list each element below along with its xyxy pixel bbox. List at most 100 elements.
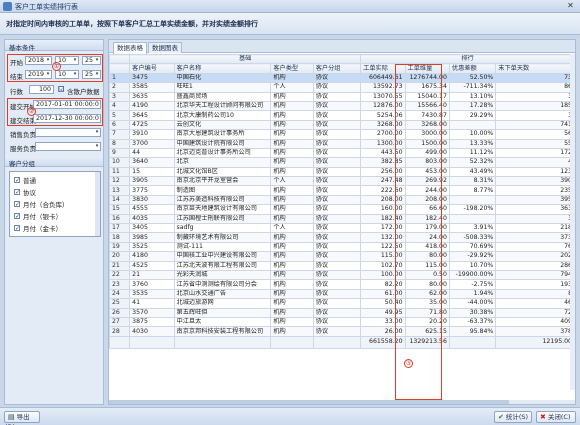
service-label: 服务负责 [10,145,36,153]
group-checkbox[interactable]: ✓ [14,225,20,232]
chevron-up-icon[interactable]: ︽ [9,157,99,167]
table-row[interactable]: 18 3985 制藏环境艺术有限公司 机构 协议 132.00 24.00 -508.33% 3… [108,232,575,243]
table-cell: 409 [495,316,575,328]
table-cell: 机构 [270,166,314,178]
table-cell: -508.33% [448,232,497,243]
close-button[interactable]: ✖ 关闭(C) [536,411,576,423]
table-row[interactable]: 9 44 北京迈克普设计事务所公司 机构 协议 443.50 499.00 11.12% 172 [108,147,575,159]
tab-data-chart[interactable]: 数据图表 [148,42,182,53]
group-item[interactable]: ✓ 协议 [14,187,36,197]
table-cell: 协议 [312,326,362,337]
section-basic-conditions[interactable]: 基本条件 ︽ [5,40,103,52]
table-row[interactable]: 164035江苏国橙士刑联有限公司机构协议182.40182.403 [108,213,575,225]
table-cell: 11.12% [448,147,497,159]
table-cell: 3475 [129,72,175,84]
export-button[interactable]: ▤导出(D) [4,411,40,425]
table-cell: 46 [495,298,575,309]
table-row[interactable]: 13 3775 制造图 机构 协议 222.60 244.00 8.77% 235 [108,185,575,196]
column-header[interactable]: 客户名称 [173,63,272,74]
table-cell: 378 [495,326,575,337]
table-row[interactable]: 27 3875 中江旦太 机构 协议 33.00 20.20 -63.37% 409 [108,316,575,328]
column-header[interactable]: 优惠差额 [448,63,497,74]
service-select[interactable]: ▾ [35,142,101,151]
group-checkbox[interactable]: ✓ [14,201,20,208]
column-header-row: 客户编号 客户名称 客户类型 客户分组 工单实际 工单维量 优惠差额 末下单天数 [108,63,575,74]
table-cell: 机构 [270,260,314,272]
table-row[interactable]: 103640北京机构协议382.85803.0052.32%4 [108,157,575,168]
rows-input[interactable]: 100 [29,85,54,94]
table-cell: 协议 [312,288,362,300]
chevron-up-icon[interactable]: ︽ [9,41,99,51]
table-row[interactable]: 15 4555 南京苗天地建筑设计有限公司 机构 协议 160.00 66.60 -198.2… [108,204,575,215]
table-cell: 制造图 [173,185,272,196]
table-row[interactable]: 25 41 北城迈旅游网 机构 协议 50.40 35.00 -44.00% 46 [108,298,575,309]
table-row[interactable]: 33635盛鑫商贸场机构协议13070.5515040.1713.10%3 [108,91,575,102]
group-item[interactable]: ✓ 月付（合负库） [14,199,69,209]
include-all-checkbox[interactable]: ☑ [58,86,64,93]
table-cell: 机构 [270,138,314,149]
row-number-cell: 10 [108,157,131,168]
table-row[interactable]: 17 3405 sadfg 个人 协议 172.00 179.00 3.91% 218 [108,223,575,234]
table-cell: 185 [495,100,575,112]
table-row[interactable]: 26 3570 第五辉旺但 机构 协议 49.95 71.80 30.38% 72 [108,307,575,318]
table-row[interactable]: 7 3910 南京大恩建筑设计事务所 机构 协议 2700.00 3000.00 10.00%… [108,129,575,140]
group-checkbox[interactable]: ✓ [14,213,20,220]
group-item[interactable]: ✓ 普通 [14,175,36,185]
table-row[interactable]: 8 3700 中国建筑设计院有限公司 机构 协议 1300.00 1500.00 13.33%… [108,138,575,149]
table-row[interactable]: 12 3905 南京北京平开龙室营会 个人 协议 247.48 269.92 8.31% 390 [108,176,575,187]
group-checkbox[interactable]: ✓ [14,189,20,196]
table-cell: 8.31% [448,176,497,187]
section-customer-group[interactable]: 客户分组 ︽ [5,156,103,168]
table-cell: 机构 [270,241,314,253]
table-row[interactable]: 14 3830 江苏苏美造科技有限公司 机构 协议 208.00 208.00 395 [108,194,575,206]
table-cell: 制藏环境艺术有限公司 [173,232,272,243]
group-item[interactable]: ✓ 月付（银卡） [14,211,62,221]
row-number-cell: 8 [108,138,131,149]
table-vertical-scrollbar[interactable] [570,54,575,390]
column-header[interactable]: 客户类型 [270,63,314,74]
table-row[interactable]: 4 4190 北京华天工程设计顾问有限公司 机构 协议 12876.00 15566.40 1… [108,100,575,112]
table-cell: 机构 [270,316,314,328]
table-cell: 10.00% [448,129,497,140]
table-row[interactable]: 243535北京山水交通广告机构协议61.0062.001.94%8 [108,288,575,300]
table-row[interactable]: 1 3475 中国石化 机构 协议 606449.61 1276744.00 52.50% 73 [108,72,575,84]
table-cell: 机构 [270,213,314,225]
scrollbar-thumb[interactable] [109,400,509,404]
column-header[interactable]: 客户编号 [129,63,175,74]
table-cell: 3910 [129,129,175,140]
table-row[interactable]: 28 4030 南京京邦科技安装工程有限公司 机构 协议 26.00 625.15 95.84… [108,326,575,337]
table-row[interactable]: 11 15 北城文化馆B区 机构 协议 256.00 453.00 43.49% 123 [108,166,575,178]
table-cell: 机构 [270,251,314,262]
table-cell: 南京苗天地建筑设计有限公司 [173,204,272,215]
column-header[interactable]: 末下单天数 [495,63,575,74]
table-row[interactable]: 22 21 光彩天润城 机构 协议 100.00 0.50 -19900.00% 794 [108,269,575,281]
export-icon: ▤ [8,413,15,421]
table-cell: -711.34% [448,82,497,93]
table-cell: 北京华天工程设计顾问有限公司 [173,100,272,112]
table-cell: 测试-111 [173,241,272,253]
group-item[interactable]: ✓ 月付（金卡） [14,223,62,233]
table-row[interactable]: 6 4725 云创文化 机构 协议 3268.00 3268.00 741 [108,119,575,131]
tab-data-table[interactable]: 数据表格 [113,42,147,54]
group-checkbox[interactable]: ✓ [14,177,20,184]
table-row[interactable]: 20 4180 中国核工业中兴建设有限公司 机构 协议 115.00 80.00 -29.92… [108,251,575,262]
close-icon[interactable]: ✕ [565,1,576,11]
table-cell: 协议 [312,100,362,112]
group-scrollbar[interactable] [95,172,100,236]
table-row[interactable]: 23 3760 江苏省中测测绘有限公司分会 机构 协议 82.20 80.00 -2.75% 1… [108,279,575,290]
table-horizontal-scrollbar[interactable] [109,400,575,404]
table-cell: 13.33% [448,138,497,149]
table-cell: 机构 [270,91,314,102]
table-row[interactable]: 2 3585 旺旺1 个人 协议 13592.73 1675.34 -711.34% 86 [108,82,575,93]
row-number-cell: 20 [108,251,131,262]
column-header[interactable]: 客户分组 [312,63,362,74]
table-cell: 协议 [312,157,362,168]
table-row[interactable]: 19 3525 测试-111 机构 协议 122.50 418.00 70.69% 76 [108,241,575,253]
table-cell: 旺旺1 [173,82,272,93]
table-cell: 北京 [173,157,272,168]
sales-select[interactable]: ▾ [35,128,101,137]
empty-total-cell [129,335,175,349]
table-row[interactable]: 53645北京大康制药公司10机构协议5254.067430.8729.29%3 [108,110,575,121]
table-row[interactable]: 21 4525 江苏北天波有限工程有限公司 机构 协议 102.70 115.00 10.70… [108,260,575,272]
stats-button[interactable]: ✔ 统计(S) [494,411,532,423]
